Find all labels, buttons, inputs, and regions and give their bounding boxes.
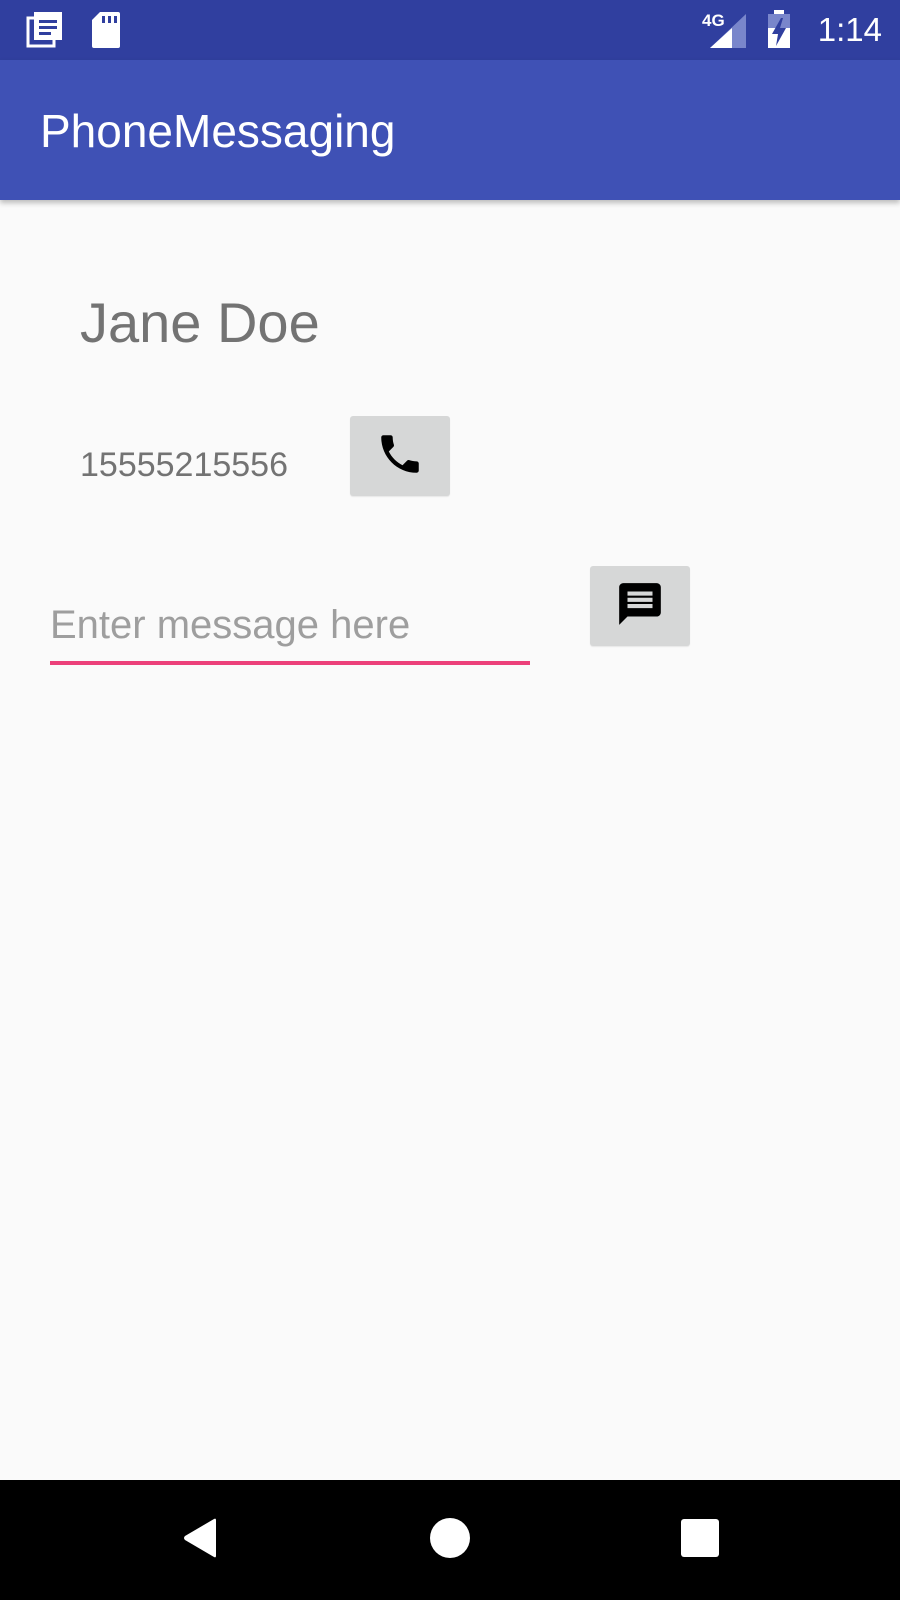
message-icon bbox=[615, 579, 665, 634]
app-bar: PhoneMessaging bbox=[0, 60, 900, 200]
home-icon bbox=[429, 1517, 471, 1564]
back-button[interactable] bbox=[160, 1500, 240, 1580]
message-input[interactable] bbox=[50, 595, 530, 665]
status-bar: 4G 1:14 bbox=[0, 0, 900, 60]
app-title: PhoneMessaging bbox=[40, 105, 396, 157]
contact-name: Jane Doe bbox=[80, 291, 320, 354]
recents-icon bbox=[681, 1518, 719, 1562]
send-message-button[interactable] bbox=[590, 566, 690, 646]
signal-icon: 4G bbox=[702, 8, 750, 55]
phone-number: 15555215556 bbox=[80, 446, 289, 484]
sd-card-icon bbox=[90, 10, 122, 55]
recents-button[interactable] bbox=[660, 1500, 740, 1580]
home-button[interactable] bbox=[410, 1500, 490, 1580]
battery-charging-icon bbox=[766, 8, 792, 55]
svg-text:4G: 4G bbox=[702, 11, 725, 30]
status-time: 1:14 bbox=[817, 11, 882, 48]
call-button[interactable] bbox=[350, 416, 450, 496]
back-icon bbox=[180, 1517, 220, 1564]
navigation-bar bbox=[0, 1480, 900, 1600]
notes-notification-icon bbox=[26, 10, 66, 55]
phone-icon bbox=[375, 429, 425, 484]
